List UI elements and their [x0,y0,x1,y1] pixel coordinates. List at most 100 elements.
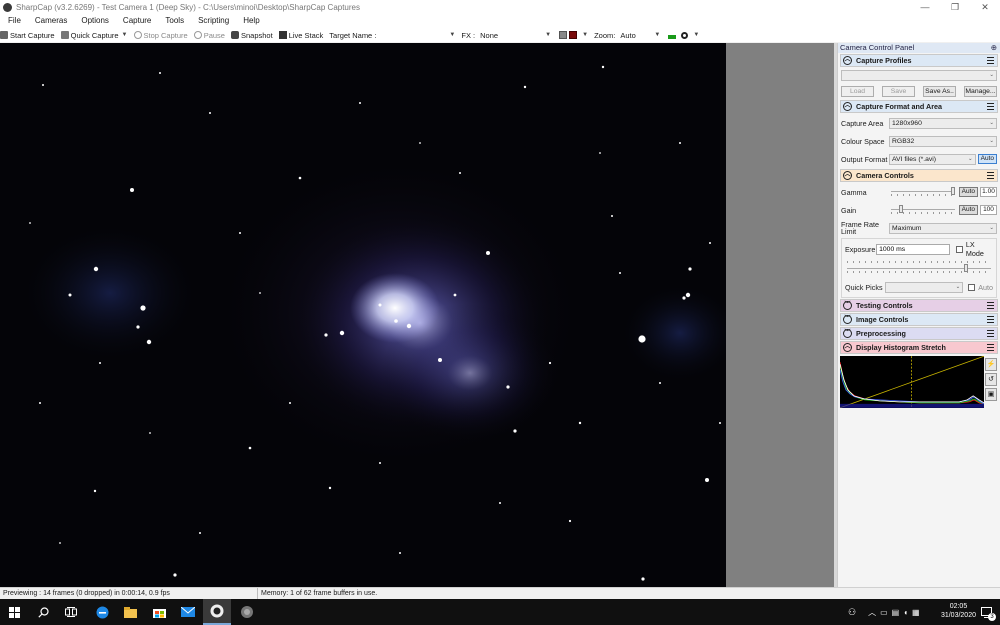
gamma-auto-button[interactable]: Auto [958,187,978,197]
manage-button[interactable]: Manage... [964,85,997,97]
exposure-slider-thumb[interactable] [964,264,969,272]
collapse-icon[interactable]: ︿ [843,102,852,111]
collapse-icon[interactable]: ︿ [843,343,852,352]
menu-icon[interactable] [987,57,994,64]
section-testing-controls[interactable]: ﹀ Testing Controls [840,299,998,312]
exposure-slider-row [842,258,996,278]
output-format-select[interactable]: AVI files (*.avi) ⌄ [889,153,976,165]
volume-icon[interactable]: ◖ [903,608,908,617]
auto-stretch-icon[interactable]: ⚡ [985,358,998,371]
notifications-button[interactable]: 3 [972,599,1000,625]
overlay-dropdown-icon[interactable]: ▼ [582,32,588,38]
colour-space-select[interactable]: RGB32 ⌄ [889,135,997,147]
start-capture-button[interactable]: Start Capture [0,31,55,40]
menu-file[interactable]: File [0,14,27,28]
taskbar-edge[interactable] [88,599,116,625]
menu-icon[interactable] [987,344,994,351]
capture-area-select[interactable]: 1280x960 ⌄ [889,117,997,129]
stop-capture-button[interactable]: Stop Capture [133,31,188,40]
gain-auto-button[interactable]: Auto [958,205,978,215]
menu-help[interactable]: Help [235,14,265,28]
save-button[interactable]: Save [882,85,915,97]
gamma-slider-thumb[interactable] [951,187,956,195]
live-stack-button[interactable]: Live Stack [278,31,323,40]
section-capture-format[interactable]: ︿ Capture Format and Area [840,100,998,113]
fx-select[interactable]: None ▼ [478,29,554,41]
keyboard-icon[interactable]: ▦ [912,608,920,617]
taskbar-sharpcap[interactable] [203,599,231,625]
tools-dropdown-icon[interactable]: ▼ [693,32,699,38]
profile-select[interactable]: ⌄ [841,70,997,81]
grid-overlay-icon[interactable] [559,31,568,39]
menu-tools[interactable]: Tools [157,14,190,28]
menu-scripting[interactable]: Scripting [190,14,235,28]
target-name-input[interactable] [378,29,447,41]
menu-icon[interactable] [987,302,994,309]
load-button[interactable]: Load [841,85,874,97]
status-preview: Previewing : 14 frames (0 dropped) in 0:… [0,588,258,599]
minimize-button[interactable]: — [910,0,940,14]
menu-icon[interactable] [987,103,994,110]
status-bar: Previewing : 14 frames (0 dropped) in 0:… [0,587,1000,599]
gain-slider-thumb[interactable] [899,205,904,213]
taskbar-store[interactable] [145,599,173,625]
crosshair-icon[interactable] [569,31,578,39]
collapse-icon[interactable]: ︿ [843,171,852,180]
network-icon[interactable]: ▤ [892,608,900,617]
menu-capture[interactable]: Capture [115,14,157,28]
quick-picks-auto-checkbox[interactable] [968,283,976,291]
taskbar-mail[interactable] [174,599,202,625]
target-name-dropdown-icon[interactable]: ▼ [449,32,455,38]
expand-icon[interactable]: ﹀ [843,301,852,310]
lx-mode-checkbox[interactable] [956,245,963,253]
clock[interactable]: 02:05 31/03/2020 [941,602,976,620]
gain-value[interactable]: 100 [980,205,997,215]
gamma-slider[interactable] [889,187,957,197]
menu-icon[interactable] [987,172,994,179]
section-capture-profiles[interactable]: ︿ Capture Profiles [840,54,998,67]
histogram-view[interactable]: ⚡ ↺ ▣ [840,356,998,408]
pause-button[interactable]: Pause [193,31,225,40]
task-view-button[interactable] [57,599,85,625]
section-image-controls[interactable]: ﹀ Image Controls [840,313,998,326]
taskbar-app-2[interactable] [233,599,261,625]
maximize-button[interactable]: ❐ [940,0,970,14]
taskbar-file-explorer[interactable] [116,599,144,625]
expand-icon[interactable]: ﹀ [843,315,852,324]
collapse-icon[interactable]: ︿ [843,56,852,65]
start-button[interactable] [0,599,28,625]
reset-icon[interactable]: ↺ [985,373,998,386]
camera-preview[interactable] [0,43,726,587]
quick-picks-select[interactable]: ⌄ [885,281,964,293]
people-icon[interactable]: ⚇ [848,607,856,618]
snapshot-button[interactable]: Snapshot [230,31,273,40]
quick-capture-dropdown-icon[interactable]: ▼ [122,32,128,38]
nebula-image [0,43,726,587]
preview-background [726,43,834,587]
show-hidden-icons-icon[interactable]: ︿ [868,607,876,618]
histogram-tool-icon[interactable] [668,31,677,39]
expand-icon[interactable]: ﹀ [843,329,852,338]
battery-icon[interactable]: ▭ [880,608,888,617]
save-icon[interactable]: ▣ [985,388,998,401]
gain-slider[interactable] [889,205,957,215]
gamma-value[interactable]: 1.00 [980,187,997,197]
save-as-button[interactable]: Save As.. [923,85,956,97]
close-button[interactable]: ✕ [970,0,1000,14]
quick-capture-button[interactable]: Quick Capture ▼ [60,31,128,40]
exposure-input[interactable] [876,243,951,255]
menu-icon[interactable] [987,316,994,323]
frame-rate-select[interactable]: Maximum ⌄ [889,222,997,234]
menu-cameras[interactable]: Cameras [27,14,73,28]
zoom-select[interactable]: Auto ▼ [618,29,663,41]
exposure-slider[interactable] [845,259,993,277]
section-camera-controls[interactable]: ︿ Camera Controls [840,169,998,182]
menu-options[interactable]: Options [73,14,115,28]
output-format-auto-button[interactable]: Auto [977,154,997,164]
section-preprocessing[interactable]: ﹀ Preprocessing [840,327,998,340]
menu-icon[interactable] [987,330,994,337]
section-histogram-stretch[interactable]: ︿ Display Histogram Stretch [840,341,998,354]
search-button[interactable] [29,599,57,625]
magnifier-icon[interactable] [681,31,689,39]
pin-icon[interactable]: ⊕ [991,43,1000,53]
